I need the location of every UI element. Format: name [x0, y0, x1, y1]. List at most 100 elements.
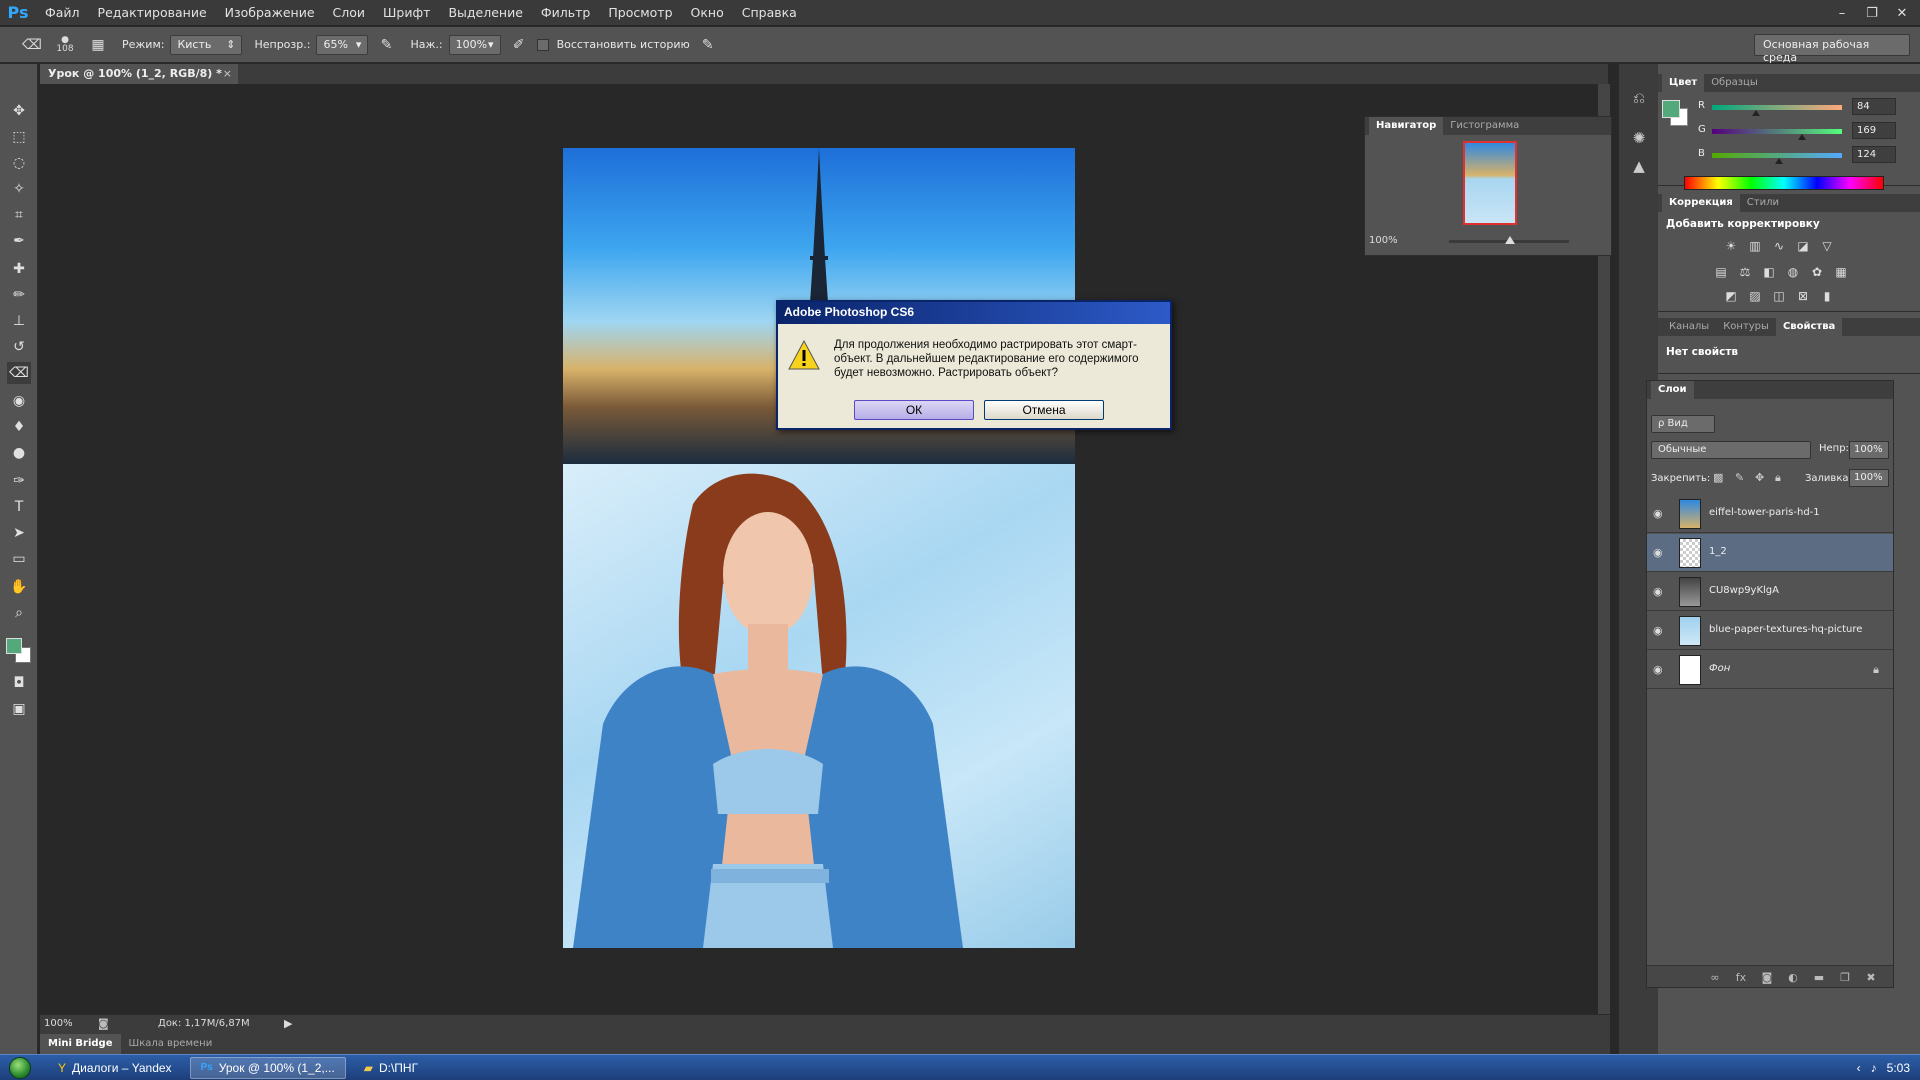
clock[interactable]: 5:03: [1887, 1061, 1910, 1075]
type-tool-icon[interactable]: T: [7, 496, 31, 518]
tab-mini-bridge[interactable]: Mini Bridge: [40, 1034, 121, 1054]
airbrush-icon[interactable]: ✐: [507, 33, 531, 57]
dodge-tool-icon[interactable]: ●: [7, 442, 31, 464]
layer-style-icon[interactable]: fx: [1733, 970, 1749, 984]
brightness-icon[interactable]: ☀: [1722, 238, 1740, 254]
start-button[interactable]: [0, 1055, 40, 1080]
zoom-slider-knob[interactable]: [1505, 236, 1515, 244]
brush-panel-icon[interactable]: ▦: [86, 33, 110, 57]
add-mask-icon[interactable]: ◙: [1759, 970, 1775, 984]
menu-edit[interactable]: Редактирование: [89, 0, 216, 26]
exposure-icon[interactable]: ◪: [1794, 238, 1812, 254]
history-brush-tool-icon[interactable]: ↺: [7, 336, 31, 358]
tab-swatches[interactable]: Образцы: [1704, 74, 1765, 92]
taskbar-item-folder[interactable]: ▰ D:\ПНГ: [354, 1057, 428, 1079]
selective-color-icon[interactable]: ⊠: [1794, 288, 1812, 304]
move-tool-icon[interactable]: ✥: [7, 100, 31, 122]
levels-icon[interactable]: ▥: [1746, 238, 1764, 254]
healing-brush-tool-icon[interactable]: ✚: [7, 258, 31, 280]
navigator-thumbnail[interactable]: [1463, 141, 1517, 225]
fill-field[interactable]: 100%: [1849, 469, 1889, 487]
tab-navigator[interactable]: Навигатор: [1369, 117, 1444, 135]
tab-layers[interactable]: Слои: [1651, 381, 1694, 399]
navigator-zoom-value[interactable]: 100%: [1369, 235, 1398, 246]
document-tab[interactable]: Урок @ 100% (1_2, RGB/8) * ×: [40, 64, 238, 84]
histogram-panel-icon[interactable]: ▲: [1627, 154, 1651, 178]
opacity-field[interactable]: 65% ▾: [316, 34, 369, 55]
link-layers-icon[interactable]: ∞: [1707, 970, 1723, 984]
green-value-field[interactable]: 169: [1852, 122, 1896, 139]
eye-icon[interactable]: ◉: [1653, 585, 1667, 598]
volume-icon[interactable]: ♪: [1871, 1061, 1877, 1075]
restore-history-checkbox[interactable]: [536, 38, 549, 51]
path-select-tool-icon[interactable]: ➤: [7, 522, 31, 544]
eye-icon[interactable]: ◉: [1653, 546, 1667, 559]
gradient-map-icon[interactable]: ▮: [1818, 288, 1836, 304]
mode-select[interactable]: Кисть ⇕: [170, 34, 243, 55]
color-foreground-swatch[interactable]: [1662, 100, 1680, 118]
photo-filter-icon[interactable]: ◍: [1784, 264, 1802, 280]
lasso-tool-icon[interactable]: ◌: [7, 152, 31, 174]
tab-paths[interactable]: Контуры: [1716, 318, 1776, 336]
status-info-icon[interactable]: ◙: [98, 1017, 109, 1030]
layer-row[interactable]: ◉ eiffel-tower-paris-hd-1: [1647, 495, 1893, 533]
vibrance-icon[interactable]: ▽: [1818, 238, 1836, 254]
color-lookup-icon[interactable]: ▦: [1832, 264, 1850, 280]
tab-timeline[interactable]: Шкала времени: [121, 1034, 221, 1054]
layer-row[interactable]: ◉ 1_2: [1647, 534, 1893, 572]
layer-opacity-field[interactable]: 100%: [1849, 441, 1889, 459]
status-zoom[interactable]: 100%: [44, 1018, 73, 1029]
minimize-button[interactable]: –: [1832, 5, 1852, 21]
menu-image[interactable]: Изображение: [216, 0, 324, 26]
black-white-icon[interactable]: ◧: [1760, 264, 1778, 280]
foreground-color-swatch[interactable]: [6, 638, 22, 654]
brush-size-icon[interactable]: ● 108: [50, 33, 80, 57]
blur-tool-icon[interactable]: ♦: [7, 416, 31, 438]
layer-row[interactable]: ◉ blue-paper-textures-hq-picture: [1647, 612, 1893, 650]
new-layer-icon[interactable]: ❐: [1837, 970, 1853, 984]
status-menu-arrow[interactable]: ▶: [284, 1017, 292, 1030]
menu-type[interactable]: Шрифт: [374, 0, 439, 26]
marquee-tool-icon[interactable]: ⬚: [7, 126, 31, 148]
color-balance-icon[interactable]: ⚖: [1736, 264, 1754, 280]
close-document-icon[interactable]: ×: [223, 67, 232, 80]
taskbar-item-photoshop[interactable]: Ps Урок @ 100% (1_2,...: [189, 1056, 346, 1079]
menu-select[interactable]: Выделение: [439, 0, 531, 26]
close-window-button[interactable]: ✕: [1892, 5, 1912, 21]
menu-file[interactable]: Файл: [36, 0, 89, 26]
eye-icon[interactable]: ◉: [1653, 663, 1667, 676]
green-slider[interactable]: [1712, 129, 1842, 134]
shape-tool-icon[interactable]: ▭: [7, 548, 31, 570]
brush-tool-icon[interactable]: ✏: [7, 284, 31, 306]
layer-filter-select[interactable]: ρ Вид: [1651, 415, 1715, 433]
invert-icon[interactable]: ◩: [1722, 288, 1740, 304]
red-slider[interactable]: [1712, 105, 1842, 110]
paint-bucket-tool-icon[interactable]: ◉: [7, 390, 31, 412]
new-adjustment-icon[interactable]: ◐: [1785, 970, 1801, 984]
menu-window[interactable]: Окно: [682, 0, 733, 26]
tab-channels[interactable]: Каналы: [1662, 318, 1716, 336]
green-slider-knob[interactable]: [1798, 134, 1806, 140]
lock-pixels-icon[interactable]: ▩: [1713, 471, 1723, 484]
screen-mode-icon[interactable]: ▣: [7, 698, 31, 720]
tab-styles[interactable]: Стили: [1740, 194, 1786, 212]
pressure-field[interactable]: 100% ▾: [448, 34, 501, 55]
pen-tool-icon[interactable]: ✑: [7, 470, 31, 492]
hue-saturation-icon[interactable]: ▤: [1712, 264, 1730, 280]
red-slider-knob[interactable]: [1752, 110, 1760, 116]
color-spectrum-bar[interactable]: [1684, 176, 1884, 190]
cancel-button[interactable]: Отмена: [984, 400, 1104, 420]
eye-icon[interactable]: ◉: [1653, 507, 1667, 520]
quick-select-tool-icon[interactable]: ✧: [7, 178, 31, 200]
layer-row[interactable]: ◉ Фон 🔒︎: [1647, 651, 1893, 689]
eraser-tool-preset-icon[interactable]: ⌫: [20, 33, 44, 57]
tab-properties[interactable]: Свойства: [1775, 318, 1843, 336]
ok-button[interactable]: ОК: [854, 400, 974, 420]
menu-layers[interactable]: Слои: [324, 0, 375, 26]
clone-stamp-tool-icon[interactable]: ⊥: [7, 310, 31, 332]
quick-mask-icon[interactable]: ◘: [7, 672, 31, 694]
history-panel-icon[interactable]: ⎌: [1627, 86, 1651, 110]
crop-tool-icon[interactable]: ⌗: [7, 204, 31, 226]
eraser-tool-icon[interactable]: ⌫: [7, 362, 31, 384]
posterize-icon[interactable]: ▨: [1746, 288, 1764, 304]
